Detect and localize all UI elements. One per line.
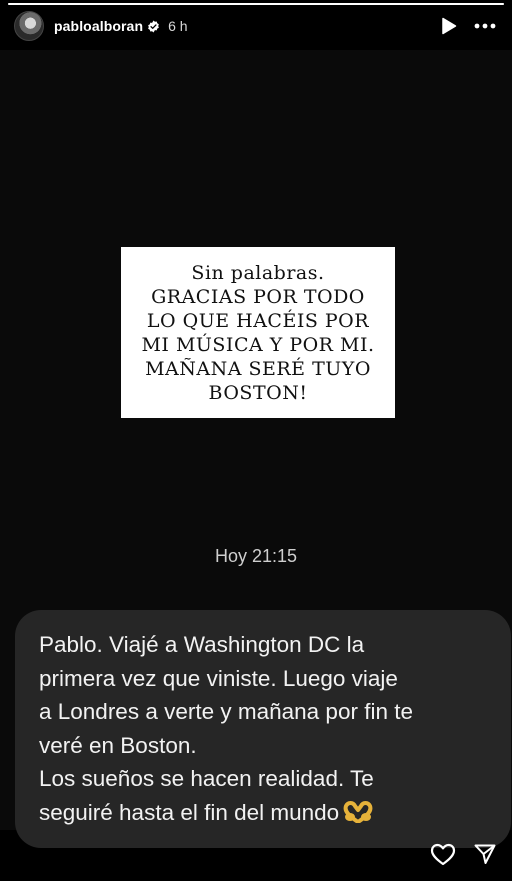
note-line: Sin palabras. (191, 261, 325, 284)
story-progress-fill (8, 3, 504, 5)
play-icon[interactable] (436, 13, 462, 39)
note-line: MI MÚSICA Y POR MI. (141, 333, 375, 356)
note-card: Sin palabras. GRACIAS POR TODO LO QUE HA… (121, 247, 395, 418)
message-line: primera vez que viniste. Luego viaje (39, 665, 398, 691)
note-line: GRACIAS POR TODO (151, 285, 365, 308)
like-icon[interactable] (430, 841, 456, 867)
message-bubble: Pablo. Viajé a Washington DC la primera … (15, 610, 511, 848)
more-icon[interactable] (472, 13, 498, 39)
story-actions (430, 839, 498, 869)
heart-hands-emoji-icon (343, 799, 373, 833)
share-icon[interactable] (472, 841, 498, 867)
story-progress-bar (8, 3, 504, 5)
message-line-last: seguiré hasta el fin del mundo (39, 796, 491, 833)
story-header: pabloalboran 6 h (14, 10, 498, 42)
chat-timestamp: Hoy 21:15 (214, 546, 298, 566)
note-line: MAÑANA SERÉ TUYO (145, 357, 371, 380)
message-line: seguiré hasta el fin del mundo (39, 799, 340, 825)
message-line: Pablo. Viajé a Washington DC la (39, 632, 365, 657)
message-line: Los sueños se hacen realidad. Te (39, 766, 374, 791)
message-line: veré en Boston. (39, 732, 197, 758)
avatar[interactable] (14, 11, 44, 41)
message-line: a Londres a verte y mañana por fin te (39, 699, 413, 724)
verified-badge-icon (147, 20, 160, 33)
message-text: Pablo. Viajé a Washington DC la primera … (39, 628, 491, 832)
note-line: LO QUE HACÉIS POR (146, 309, 370, 332)
post-time: 6 h (168, 18, 188, 34)
note-line: BOSTON! (208, 381, 308, 404)
username[interactable]: pabloalboran (54, 18, 143, 34)
